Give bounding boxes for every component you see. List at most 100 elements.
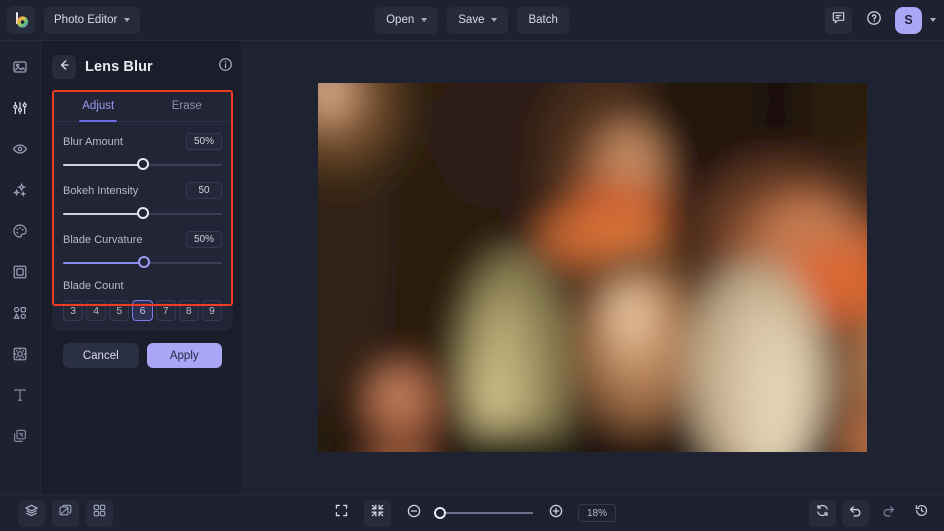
image-canvas[interactable] [318,83,867,452]
save-button-label: Save [458,14,485,26]
fit-to-screen-button[interactable] [328,500,355,527]
blade-count-option-6[interactable]: 6 [132,300,153,321]
info-circle-icon [218,57,233,77]
chevron-down-icon [491,18,498,22]
rail-item-frame[interactable] [7,258,34,285]
slider-fill [63,212,143,215]
actual-size-button[interactable] [364,499,391,527]
bokeh-intensity-slider[interactable] [63,207,222,220]
app-mode-dropdown[interactable]: Photo Editor [44,6,141,34]
blade-curvature-slider[interactable] [63,256,222,269]
slider-handle[interactable] [136,207,149,219]
tool-rail [0,41,41,494]
fit-to-screen-icon [334,503,349,523]
blade-count-option-9[interactable]: 9 [201,300,222,321]
rail-item-color-palette[interactable] [7,217,34,244]
tab-adjust[interactable]: Adjust [54,90,143,121]
app-logo[interactable] [7,6,35,34]
blade-count-option-3[interactable]: 3 [63,300,84,321]
blade-count-option-8[interactable]: 8 [178,300,199,321]
lens-blur-panel: Lens Blur Adjust Erase Blur Amount 50% B… [41,41,241,494]
bokeh-intensity-row: Bokeh Intensity 50 [63,182,222,199]
blade-count-row: Blade Count [63,280,222,292]
blade-curvature-row: Blade Curvature 50% [63,231,222,248]
feedback-button[interactable] [825,6,852,34]
blade-curvature-value[interactable]: 50% [186,231,222,248]
blur-amount-slider[interactable] [63,158,222,171]
panel-tabs: Adjust Erase [54,90,231,122]
control-blade-count: Blade Count 3456789 [52,280,233,321]
bottom-toolbar: 18% [0,494,944,531]
open-button[interactable]: Open [375,6,439,34]
zoom-slider-handle[interactable] [434,507,446,519]
app-logo-color-wheel-icon [12,11,31,30]
redo-button[interactable] [875,500,902,527]
batch-button[interactable]: Batch [517,6,569,34]
zoom-in-button[interactable] [542,500,569,527]
canvas-area[interactable] [241,41,944,494]
top-toolbar: Photo Editor Open Save Batch S [0,0,944,41]
blade-count-option-7[interactable]: 7 [155,300,176,321]
slider-handle[interactable] [138,256,151,268]
avatar-initial: S [904,13,913,27]
blade-count-option-4[interactable]: 4 [86,300,107,321]
help-button[interactable] [860,7,887,34]
tab-adjust-label: Adjust [82,99,115,112]
tab-erase[interactable]: Erase [143,90,232,121]
reset-refresh-icon [815,503,830,523]
rail-item-shapes[interactable] [7,299,34,326]
control-blade-curvature: Blade Curvature 50% [52,231,233,269]
rail-item-layers[interactable] [7,422,34,449]
grid-view-button[interactable] [86,499,113,527]
blade-count-option-5[interactable]: 5 [109,300,130,321]
history-actions-group [809,499,935,527]
zoom-out-minus-icon [406,503,422,524]
slider-fill [63,163,143,166]
rail-item-visibility[interactable] [7,135,34,162]
blur-amount-value[interactable]: 50% [186,133,222,150]
panel-info-button[interactable] [218,57,233,77]
panel-back-button[interactable] [52,55,76,79]
control-blur-amount: Blur Amount 50% [52,133,233,171]
arrow-left-icon [57,58,71,77]
history-button[interactable] [908,500,935,527]
bokeh-intensity-label: Bokeh Intensity [63,184,139,197]
user-avatar[interactable]: S [895,6,922,34]
compare-button[interactable] [52,499,79,527]
redo-arrow-icon [881,503,896,523]
control-bokeh-intensity: Bokeh Intensity 50 [52,182,233,220]
compare-split-icon [58,503,73,523]
chevron-down-icon [421,18,428,22]
blur-amount-row: Blur Amount 50% [63,133,222,150]
undo-button[interactable] [842,499,869,527]
comment-icon [831,10,846,30]
zoom-slider[interactable] [434,507,533,519]
panel-header: Lens Blur [52,51,233,83]
rail-item-image[interactable] [7,53,34,80]
zoom-out-button[interactable] [400,500,427,527]
rail-item-blur-filter[interactable] [7,340,34,367]
blade-count-options: 3456789 [63,300,222,321]
slider-handle[interactable] [136,158,149,170]
rail-item-text[interactable] [7,381,34,408]
reset-button[interactable] [809,499,836,527]
question-circle-icon [866,10,882,31]
chevron-down-icon [124,18,131,22]
apply-button[interactable]: Apply [146,343,222,368]
tab-erase-label: Erase [171,99,202,112]
cancel-button[interactable]: Cancel [63,343,139,368]
panel-action-buttons: Cancel Apply [52,331,233,368]
file-actions-group: Open Save Batch [375,6,569,34]
account-chevron-down-icon[interactable] [930,18,936,22]
save-button[interactable]: Save [447,6,509,34]
rail-item-effects[interactable] [7,176,34,203]
zoom-controls-group: 18% [328,499,616,527]
open-button-label: Open [386,14,415,26]
batch-button-label: Batch [528,14,558,26]
layers-button[interactable] [18,499,45,527]
view-tools-group [18,499,113,527]
bokeh-intensity-value[interactable]: 50 [186,182,222,199]
account-actions-group: S [825,6,936,34]
zoom-level-value[interactable]: 18% [578,504,616,522]
rail-item-adjustments[interactable] [7,94,34,121]
